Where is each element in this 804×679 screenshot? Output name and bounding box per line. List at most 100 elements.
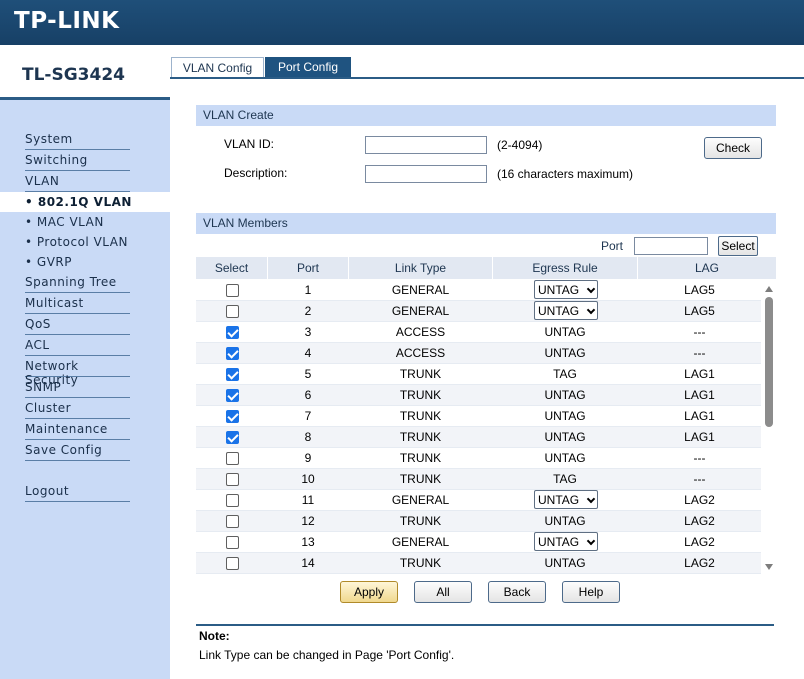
help-button[interactable]: Help	[562, 581, 620, 603]
row-port: 7	[304, 409, 312, 423]
row-lag: LAG2	[684, 535, 715, 549]
row-link-type: ACCESS	[395, 325, 446, 339]
row-lag: ---	[693, 346, 706, 360]
scroll-thumb[interactable]	[765, 297, 773, 427]
row-port: 5	[304, 367, 312, 381]
sidebar-item-gvrp[interactable]: • GVRP	[25, 255, 72, 269]
col-lag: LAG	[638, 257, 776, 279]
sidebar-item-spanning-tree[interactable]: Spanning Tree	[25, 273, 130, 293]
egress-rule-select[interactable]: UNTAG	[534, 280, 598, 299]
row-lag: LAG1	[684, 367, 715, 381]
egress-rule-select[interactable]: UNTAG	[534, 490, 598, 509]
table-row: 3 ACCESS UNTAG ---	[196, 322, 761, 343]
sidebar-item-cluster[interactable]: Cluster	[25, 399, 130, 419]
sidebar-item-multicast[interactable]: Multicast	[25, 294, 130, 314]
chevron-down-icon	[586, 284, 596, 294]
sidebar-item-network-security[interactable]: Network Security	[25, 357, 130, 387]
scroll-down-arrow-icon[interactable]	[765, 564, 773, 570]
vlan-create-header: VLAN Create	[196, 105, 776, 126]
row-link-type: GENERAL	[391, 535, 450, 549]
table-row: 9 TRUNK UNTAG ---	[196, 448, 761, 469]
row-link-type: ACCESS	[395, 346, 446, 360]
sidebar-item-mac-vlan[interactable]: • MAC VLAN	[25, 215, 104, 229]
col-select: Select	[196, 257, 267, 279]
row-lag: LAG1	[684, 388, 715, 402]
row-select-checkbox[interactable]	[226, 326, 239, 339]
row-lag: LAG2	[684, 514, 715, 528]
check-button[interactable]: Check	[704, 137, 762, 159]
table-row: 4 ACCESS UNTAG ---	[196, 343, 761, 364]
egress-rule-value: UNTAG	[538, 283, 580, 297]
tab-port-config[interactable]: Port Config	[265, 57, 351, 78]
description-hint: (16 characters maximum)	[497, 167, 634, 181]
sidebar-item-qos[interactable]: QoS	[25, 315, 130, 335]
sidebar-item-system[interactable]: System	[25, 130, 130, 150]
row-select-checkbox[interactable]	[226, 431, 239, 444]
col-port: Port	[268, 257, 348, 279]
description-input[interactable]	[365, 165, 487, 183]
chevron-down-icon	[586, 536, 596, 546]
row-lag: ---	[693, 451, 706, 465]
row-egress-rule: TAG	[553, 472, 577, 486]
row-select-checkbox[interactable]	[226, 536, 239, 549]
row-lag: LAG5	[684, 304, 715, 318]
sidebar: System Switching VLAN • 802.1Q VLAN • MA…	[0, 100, 170, 679]
sidebar-item-snmp[interactable]: SNMP	[25, 378, 130, 398]
port-filter-input[interactable]	[634, 237, 708, 255]
note-divider	[196, 624, 774, 626]
sidebar-item-switching[interactable]: Switching	[25, 151, 130, 171]
row-link-type: TRUNK	[399, 514, 442, 528]
tab-divider	[170, 77, 804, 79]
row-egress-rule: UNTAG	[544, 325, 586, 339]
row-link-type: TRUNK	[399, 556, 442, 570]
row-port: 11	[301, 493, 315, 507]
row-egress-rule: UNTAG	[544, 409, 586, 423]
row-link-type: TRUNK	[399, 430, 442, 444]
row-egress-rule: UNTAG	[544, 556, 586, 570]
top-banner: TP-LINK	[0, 0, 804, 45]
row-select-checkbox[interactable]	[226, 473, 239, 486]
row-lag: ---	[693, 472, 706, 486]
apply-button[interactable]: Apply	[340, 581, 398, 603]
row-select-checkbox[interactable]	[226, 347, 239, 360]
note-title: Note:	[199, 629, 230, 643]
row-select-checkbox[interactable]	[226, 515, 239, 528]
vlan-id-hint: (2-4094)	[497, 138, 543, 152]
row-select-checkbox[interactable]	[226, 368, 239, 381]
row-port: 10	[301, 472, 315, 486]
row-select-checkbox[interactable]	[226, 557, 239, 570]
sidebar-item-logout[interactable]: Logout	[25, 482, 130, 502]
back-button[interactable]: Back	[488, 581, 546, 603]
sidebar-item-vlan[interactable]: VLAN	[25, 172, 130, 192]
row-port: 1	[304, 283, 312, 297]
table-row: 5 TRUNK TAG LAG1	[196, 364, 761, 385]
row-select-checkbox[interactable]	[226, 305, 239, 318]
port-select-button[interactable]: Select	[718, 236, 758, 256]
sidebar-item-protocol-vlan[interactable]: • Protocol VLAN	[25, 235, 128, 249]
row-link-type: TRUNK	[399, 388, 442, 402]
row-select-checkbox[interactable]	[226, 452, 239, 465]
egress-rule-select[interactable]: UNTAG	[534, 532, 598, 551]
row-select-checkbox[interactable]	[226, 410, 239, 423]
sidebar-item-maintenance[interactable]: Maintenance	[25, 420, 130, 440]
col-egress-rule: Egress Rule	[493, 257, 637, 279]
all-button[interactable]: All	[414, 581, 472, 603]
egress-rule-value: UNTAG	[538, 493, 580, 507]
row-select-checkbox[interactable]	[226, 389, 239, 402]
tab-vlan-config[interactable]: VLAN Config	[171, 57, 264, 78]
egress-rule-select[interactable]: UNTAG	[534, 301, 598, 320]
table-row: 14 TRUNK UNTAG LAG2	[196, 553, 761, 574]
row-lag: LAG2	[684, 556, 715, 570]
row-select-checkbox[interactable]	[226, 284, 239, 297]
sidebar-item-acl[interactable]: ACL	[25, 336, 130, 356]
scroll-up-arrow-icon[interactable]	[765, 286, 773, 292]
table-row: 11 GENERAL UNTAG LAG2	[196, 490, 761, 511]
sidebar-item-save-config[interactable]: Save Config	[25, 441, 130, 461]
sidebar-item-802-1q-vlan[interactable]: • 802.1Q VLAN	[0, 192, 170, 212]
note-text: Link Type can be changed in Page 'Port C…	[199, 648, 455, 662]
vlan-id-input[interactable]	[365, 136, 487, 154]
row-port: 13	[301, 535, 315, 549]
row-select-checkbox[interactable]	[226, 494, 239, 507]
row-port: 12	[301, 514, 315, 528]
table-scrollbar[interactable]	[762, 282, 776, 574]
